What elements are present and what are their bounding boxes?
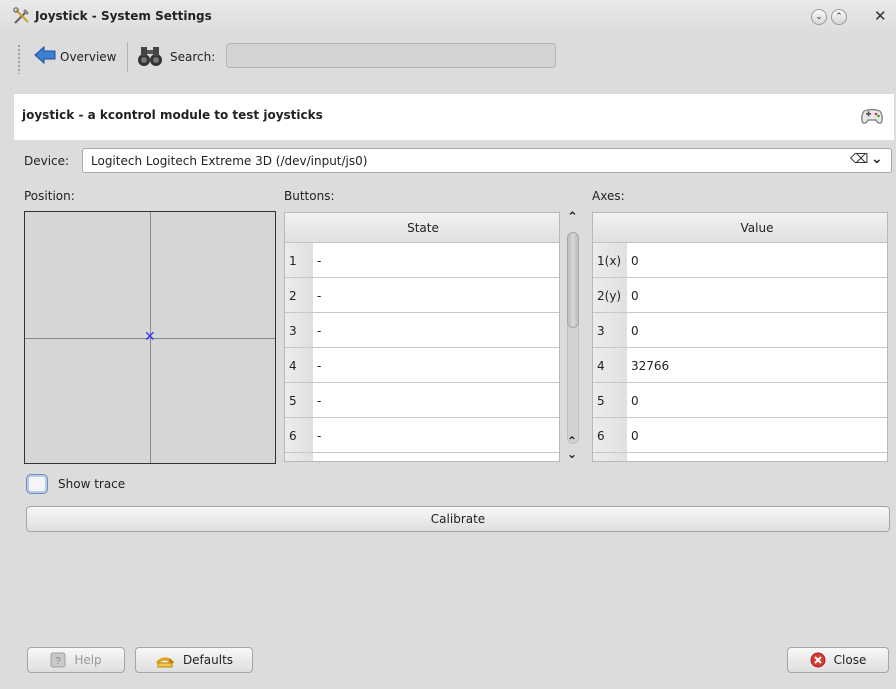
axis-id: 3	[597, 324, 605, 338]
button-state: -	[317, 324, 322, 338]
defaults-icon	[155, 652, 175, 668]
title-bar: Joystick - System Settings ⌄ ⌃ ✕	[0, 0, 896, 36]
table-row[interactable]	[593, 453, 887, 461]
axes-table-header: Value	[593, 213, 887, 243]
table-row[interactable]: 30	[593, 313, 887, 348]
axis-value: 32766	[631, 359, 670, 373]
position-label: Position:	[24, 189, 75, 203]
button-state: -	[317, 289, 322, 303]
axis-value: 0	[631, 429, 639, 443]
row-number: 5	[289, 394, 297, 408]
row-number: 1	[289, 254, 297, 268]
table-row[interactable]: 7	[285, 453, 559, 461]
defaults-button[interactable]: Defaults	[135, 647, 253, 673]
scrollbar-thumb[interactable]	[567, 232, 579, 328]
search-input[interactable]	[226, 43, 556, 68]
axis-id: 4	[597, 359, 605, 373]
position-crosshair-marker: ✕	[144, 329, 156, 345]
minimize-button[interactable]: ⌄	[811, 9, 827, 25]
row-number: 4	[289, 359, 297, 373]
toolbar-grip[interactable]	[17, 44, 21, 74]
show-trace-label: Show trace	[58, 477, 126, 491]
table-row[interactable]: 60	[593, 418, 887, 453]
button-state: -	[317, 254, 322, 268]
table-row[interactable]: 1-	[285, 243, 559, 278]
gamepad-icon	[860, 106, 884, 129]
binoculars-icon	[137, 44, 163, 68]
table-row[interactable]: 3-	[285, 313, 559, 348]
maximize-button[interactable]: ⌃	[831, 9, 847, 25]
scroll-up-arrow-icon[interactable]: ⌃	[567, 434, 577, 448]
state-column-header: State	[407, 221, 439, 235]
tools-icon	[12, 6, 32, 26]
axis-id: 1(x)	[597, 254, 622, 268]
search-label: Search:	[170, 50, 216, 64]
chevron-up-icon: ⌃	[835, 12, 843, 22]
close-label: Close	[833, 653, 867, 667]
scroll-down-arrow-icon[interactable]: ⌄	[567, 447, 577, 461]
chevron-down-icon[interactable]: ⌄	[871, 151, 883, 167]
axis-id: 6	[597, 429, 605, 443]
checkbox-box[interactable]	[26, 474, 48, 494]
device-combobox[interactable]: Logitech Logitech Extreme 3D (/dev/input…	[82, 148, 892, 173]
buttons-table-header: State	[285, 213, 559, 243]
close-circle-icon	[810, 652, 826, 668]
module-title: joystick - a kcontrol module to test joy…	[22, 108, 323, 122]
module-header: joystick - a kcontrol module to test joy…	[14, 94, 894, 140]
table-row[interactable]: 6-	[285, 418, 559, 453]
help-label: Help	[74, 653, 102, 667]
device-label: Device:	[24, 154, 70, 168]
value-column-header: Value	[740, 221, 774, 235]
buttons-label: Buttons:	[284, 189, 335, 203]
button-state: -	[317, 394, 322, 408]
chevron-down-icon: ⌄	[815, 12, 823, 22]
help-button[interactable]: ? Help	[27, 647, 125, 673]
row-number: 3	[289, 324, 297, 338]
calibrate-button[interactable]: Calibrate	[26, 506, 890, 532]
window-close-button[interactable]: ✕	[874, 7, 887, 25]
window-title: Joystick - System Settings	[35, 9, 212, 23]
device-value: Logitech Logitech Extreme 3D (/dev/input…	[91, 154, 368, 168]
row-number: 6	[289, 429, 297, 443]
axis-value: 0	[631, 254, 639, 268]
axis-value: 0	[631, 289, 639, 303]
scroll-up-arrow-icon[interactable]: ⌃	[567, 210, 578, 225]
axis-value: 0	[631, 394, 639, 408]
svg-text:?: ?	[56, 656, 62, 667]
position-display: ✕	[24, 211, 276, 464]
table-row[interactable]: 5-	[285, 383, 559, 418]
buttons-table-scrollbar[interactable]: ⌃ ⌃ ⌄	[562, 210, 584, 464]
show-trace-checkbox[interactable]: Show trace	[26, 474, 125, 494]
defaults-label: Defaults	[182, 653, 234, 667]
clear-text-icon[interactable]: ⌫	[850, 152, 868, 167]
axis-value: 0	[631, 324, 639, 338]
axis-id: 5	[597, 394, 605, 408]
button-state: -	[317, 429, 322, 443]
buttons-table[interactable]: State 1- 2- 3- 4- 5- 6- 7	[284, 212, 560, 462]
toolbar-separator	[127, 42, 128, 72]
table-row[interactable]: 4 32766	[593, 348, 887, 383]
axis-id: 2(y)	[597, 289, 622, 303]
close-button[interactable]: Close	[787, 647, 889, 673]
table-row[interactable]: 4-	[285, 348, 559, 383]
table-row[interactable]: 50	[593, 383, 887, 418]
calibrate-label: Calibrate	[430, 512, 486, 526]
table-row[interactable]: 2(y) 0	[593, 278, 887, 313]
table-row[interactable]: 1(x) 0	[593, 243, 887, 278]
row-number: 2	[289, 289, 297, 303]
toolbar: Overview Search:	[0, 36, 896, 78]
table-row[interactable]: 2-	[285, 278, 559, 313]
help-icon: ?	[50, 652, 66, 668]
overview-button[interactable]: Overview	[30, 45, 117, 67]
axes-table[interactable]: Value 1(x) 0 2(y) 0 30 4 32766 50 60	[592, 212, 888, 462]
back-arrow-icon	[34, 45, 56, 67]
axes-label: Axes:	[592, 189, 625, 203]
overview-label: Overview	[60, 49, 117, 64]
button-state: -	[317, 359, 322, 373]
